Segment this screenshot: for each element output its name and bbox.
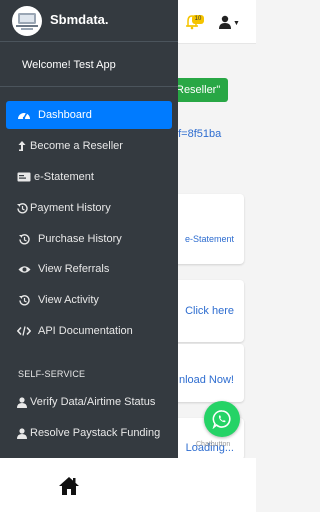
divider	[0, 86, 178, 87]
referral-link[interactable]: ef=8f51ba	[172, 128, 221, 140]
history-icon	[14, 233, 34, 245]
eye-icon	[14, 265, 34, 274]
nav-item-resolve-paystack[interactable]: Resolve Paystack Funding	[6, 419, 172, 447]
card-link[interactable]: Click here	[185, 305, 234, 317]
nav-item-label: e-Statement	[34, 171, 94, 183]
nav-item-label: API Documentation	[38, 325, 133, 337]
arrow-up-icon	[16, 140, 28, 152]
become-reseller-button[interactable]: Reseller"	[170, 78, 228, 102]
whatsapp-icon	[212, 410, 231, 429]
card-link[interactable]: nload Now!	[179, 374, 234, 386]
user-icon	[16, 396, 28, 408]
welcome-text: Welcome! Test App	[22, 59, 116, 71]
nav-item-label: View Activity	[38, 294, 99, 306]
nav-item-label: Payment History	[30, 202, 111, 214]
code-icon	[14, 326, 34, 336]
chevron-down-icon[interactable]: ▼	[233, 20, 240, 27]
nav-item-label: Verify Data/Airtime Status	[30, 396, 156, 408]
side-drawer: Sbmdata. Welcome! Test App Dashboard Bec…	[0, 0, 178, 458]
home-icon[interactable]	[58, 476, 80, 496]
history-icon	[14, 294, 34, 306]
nav-item-purchase-history[interactable]: Purchase History	[6, 225, 172, 253]
history-icon	[16, 202, 28, 214]
user-icon[interactable]	[218, 15, 232, 29]
section-header-self-service: SELF-SERVICE	[18, 369, 86, 379]
nav-item-api-documentation[interactable]: API Documentation	[6, 317, 172, 345]
nav-item-label: Resolve Paystack Funding	[30, 427, 161, 439]
card-icon	[16, 172, 32, 182]
nav-item-label: Purchase History	[38, 233, 122, 245]
nav-item-payment-history[interactable]: Payment History	[6, 194, 172, 222]
nav-item-verify-status[interactable]: Verify Data/Airtime Status	[6, 388, 172, 416]
drawer-brand[interactable]: Sbmdata.	[0, 0, 178, 42]
nav-item-e-statement[interactable]: e-Statement	[6, 163, 172, 191]
nav-item-become-reseller[interactable]: Become a Reseller	[6, 132, 172, 160]
nav-item-label: Dashboard	[38, 109, 92, 121]
whatsapp-chat-button[interactable]	[204, 401, 240, 437]
nav-item-view-activity[interactable]: View Activity	[6, 286, 172, 314]
user-icon	[16, 427, 28, 439]
brand-logo	[12, 6, 42, 36]
nav-item-dashboard[interactable]: Dashboard	[6, 101, 172, 129]
nav-item-view-referrals[interactable]: View Referrals	[6, 255, 172, 283]
nav-item-label: Become a Reseller	[30, 140, 123, 152]
brand-name: Sbmdata.	[50, 12, 109, 27]
bottom-navigation-bar	[0, 458, 256, 512]
card-link[interactable]: e-Statement	[185, 234, 234, 244]
drawer-overflow-edge	[0, 448, 178, 458]
sbmdata-logo-icon	[16, 13, 38, 30]
chat-button-label: Chatbutton	[196, 441, 231, 448]
notification-badge: 10	[192, 15, 204, 24]
nav-item-label: View Referrals	[38, 263, 110, 275]
dashboard-gauge-icon	[14, 109, 34, 121]
